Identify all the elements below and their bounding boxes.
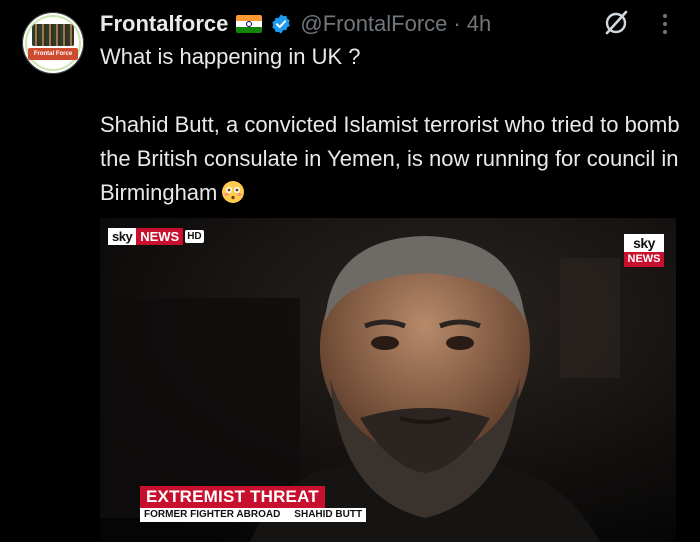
- post-timestamp[interactable]: 4h: [467, 11, 491, 37]
- post-text: What is happening in UK ? Shahid Butt, a…: [100, 40, 680, 210]
- post-paragraph-text: Shahid Butt, a convicted Islamist terror…: [100, 112, 680, 205]
- post-paragraph: Shahid Butt, a convicted Islamist terror…: [100, 108, 680, 210]
- separator-dot: ·: [453, 11, 461, 36]
- lower-third-strap: FORMER FIGHTER ABROAD SHAHID BUTT: [140, 508, 367, 522]
- sky-news-hd-logo: sky NEWS HD: [108, 228, 204, 245]
- news-logo-text: NEWS: [136, 228, 184, 245]
- avatar[interactable]: Frontal Force: [22, 12, 84, 74]
- hd-logo-text: HD: [185, 230, 204, 243]
- post-line-1: What is happening in UK ?: [100, 44, 361, 69]
- sky-logo-text: sky: [108, 228, 137, 245]
- strap-left: FORMER FIGHTER ABROAD: [144, 509, 281, 520]
- author-name[interactable]: Frontalforce: [100, 11, 228, 37]
- post-video[interactable]: sky NEWS HD sky NEWS EXTREMIST THREAT FO…: [100, 218, 676, 542]
- sky-news-watermark: sky NEWS: [624, 234, 664, 267]
- flushed-face-emoji: [222, 181, 245, 203]
- lower-third: EXTREMIST THREAT FORMER FIGHTER ABROAD S…: [140, 486, 367, 522]
- india-flag-icon: [236, 15, 263, 33]
- lower-third-headline: EXTREMIST THREAT: [140, 486, 325, 508]
- watermark-sky: sky: [624, 234, 664, 252]
- watermark-news: NEWS: [624, 252, 664, 267]
- author-handle[interactable]: @FrontalForce: [300, 11, 447, 37]
- grok-icon[interactable]: [601, 8, 631, 38]
- more-vertical-icon[interactable]: [658, 10, 672, 38]
- strap-right: SHAHID BUTT: [294, 509, 363, 520]
- avatar-caption: Frontal Force: [28, 48, 78, 60]
- avatar-crowd-image: [32, 24, 74, 46]
- post-header: Frontalforce @FrontalForce · 4h: [100, 8, 491, 40]
- verified-badge-icon: [272, 14, 291, 34]
